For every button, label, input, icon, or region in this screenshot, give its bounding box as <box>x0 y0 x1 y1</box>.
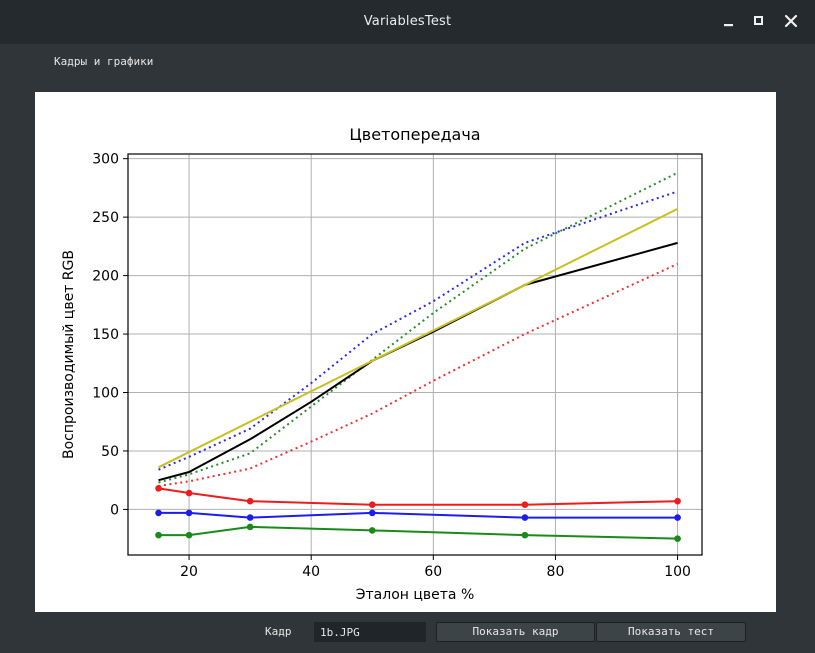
y-tick-label-1: 50 <box>101 444 119 460</box>
y-tick-label-6: 300 <box>92 152 119 168</box>
series-line-5 <box>158 487 678 506</box>
show-test-button[interactable]: Показать тест <box>596 622 746 642</box>
series-line-6 <box>158 511 678 519</box>
y-axis-label: Воспроизводимый цвет RGB <box>61 250 77 459</box>
series-5-point-1 <box>185 489 193 497</box>
series-line-3 <box>158 241 678 482</box>
x-tick-label-1: 40 <box>302 564 320 580</box>
series-6-point-5 <box>674 514 681 521</box>
close-icon[interactable] <box>782 12 800 30</box>
chart-svg: 20 40 60 80 100 0 50 100 150 200 250 300 Цветопереда… <box>61 125 703 603</box>
series-7-point-4 <box>521 531 529 539</box>
y-tick-label-2: 100 <box>92 385 119 401</box>
series-6-point-2 <box>246 514 254 521</box>
series-7-point-2 <box>246 523 254 531</box>
frame-file-input[interactable] <box>314 622 426 642</box>
series-6-point-0 <box>155 509 162 517</box>
x-tick-label-0: 20 <box>180 564 198 580</box>
axes-frame <box>127 153 703 556</box>
series-6-point-4 <box>521 514 529 521</box>
y-tick-label-3: 150 <box>92 327 119 343</box>
series-6-point-3 <box>368 509 376 517</box>
series-7-point-0 <box>155 531 162 539</box>
series-line-1 <box>158 171 679 484</box>
tab-frames-and-charts[interactable]: Кадры и графики <box>54 55 153 68</box>
series-5-point-3 <box>368 501 376 509</box>
x-tick-label-3: 80 <box>547 564 565 580</box>
title-bar: VariablesTest <box>0 0 815 44</box>
maximize-icon[interactable] <box>750 12 768 30</box>
y-tick-label-5: 250 <box>92 210 119 226</box>
series-6-point-1 <box>185 509 193 517</box>
plot-canvas: 20 40 60 80 100 0 50 100 150 200 250 300 Цветопереда… <box>35 92 776 612</box>
series-line-2 <box>158 262 679 487</box>
show-frame-button[interactable]: Показать кадр <box>436 622 595 642</box>
series-5-point-0 <box>155 485 162 492</box>
series-line-4 <box>158 208 679 469</box>
series-7-point-1 <box>185 531 193 539</box>
chart-title: Цветопередача <box>349 125 480 144</box>
series-5-point-5 <box>674 497 681 505</box>
y-tick-label-4: 200 <box>92 269 119 285</box>
y-tick-label-0: 0 <box>110 502 119 518</box>
x-axis-label: Эталон цвета % <box>356 587 475 603</box>
series-7-point-5 <box>674 535 681 542</box>
minimize-icon[interactable] <box>720 12 738 30</box>
series-7-point-3 <box>368 527 376 534</box>
x-tick-label-4: 100 <box>664 564 691 580</box>
series-line-7 <box>158 525 678 540</box>
window-title: VariablesTest <box>363 14 452 29</box>
series-5-point-4 <box>521 501 529 509</box>
series-5-point-2 <box>246 497 254 505</box>
frame-label: Кадр <box>265 625 292 638</box>
x-tick-label-2: 60 <box>424 564 442 580</box>
